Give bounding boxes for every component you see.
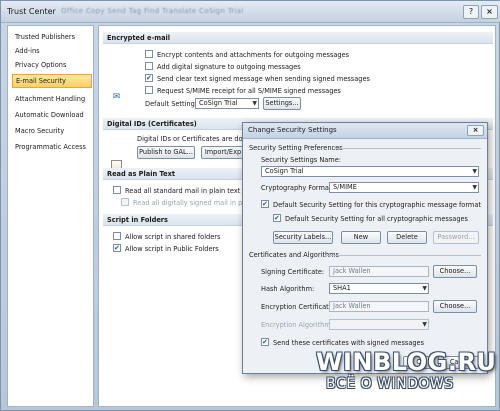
option-label: Read all standard mail in plain text: [125, 187, 241, 195]
group-divider: [335, 148, 481, 149]
sidebar-item-automatic-download[interactable]: Automatic Download: [12, 108, 92, 122]
security-settings-name-value: CoSign Trial: [265, 167, 304, 175]
chevron-down-icon: ▼: [422, 285, 427, 292]
sidebar-item-privacy-options[interactable]: Privacy Options: [12, 58, 92, 72]
cryptography-format-value: S/MIME: [333, 183, 357, 191]
checkbox[interactable]: [145, 62, 153, 70]
blurred-toolbar-text: Office Copy Send Tag Find Translate CoSi…: [61, 7, 244, 15]
title-bar: Trust Center Office Copy Send Tag Find T…: [1, 1, 500, 23]
chevron-down-icon: ▼: [422, 321, 427, 328]
send-clear-text-option[interactable]: Send clear text signed message when send…: [145, 73, 370, 84]
security-labels-button[interactable]: Security Labels...: [273, 231, 333, 244]
watermark: WINBLOG.RU ВСЁ О WINDOWS: [300, 348, 496, 404]
cryptography-format-select[interactable]: S/MIME ▼: [329, 182, 479, 193]
hash-algorithm-select[interactable]: SHA1 ▼: [329, 283, 429, 294]
option-label: Send these certificates with signed mess…: [273, 339, 425, 347]
security-settings-name-select[interactable]: CoSign Trial ▼: [261, 166, 479, 177]
watermark-main-text: WINBLOG.RU: [316, 348, 497, 376]
checkbox[interactable]: [145, 50, 153, 58]
send-certificates-option[interactable]: Send these certificates with signed mess…: [261, 337, 425, 348]
default-for-all-option[interactable]: Default Security Setting for all cryptog…: [273, 213, 468, 224]
choose-encryption-certificate-button[interactable]: Choose...: [433, 300, 477, 313]
watermark-sub-text: ВСЁ О WINDOWS: [326, 376, 454, 392]
group-security-setting-preferences: Security Setting Preferences: [249, 144, 343, 152]
default-for-format-option[interactable]: Default Security Setting for this crypto…: [261, 199, 481, 210]
encryption-algorithm-select[interactable]: ▼: [329, 319, 429, 330]
hash-algorithm-label: Hash Algorithm:: [261, 285, 315, 293]
sidebar-item-email-security[interactable]: E-mail Security: [12, 74, 92, 88]
close-icon[interactable]: ×: [467, 125, 484, 136]
digital-signature-icon: ✉: [112, 92, 121, 102]
settings-button[interactable]: Settings...: [263, 97, 301, 110]
group-divider: [325, 255, 481, 256]
default-setting-value: CoSign Trial: [199, 99, 238, 107]
digital-ids-description: Digital IDs or Certificates are docu: [137, 135, 251, 143]
checkbox-checked[interactable]: [273, 213, 281, 223]
window-title: Trust Center: [7, 7, 56, 16]
option-label: Allow script in shared folders: [125, 233, 221, 241]
option-label: Default Security Setting for all cryptog…: [285, 215, 468, 223]
allow-script-shared-option[interactable]: Allow script in shared folders: [113, 232, 220, 242]
import-export-button[interactable]: Import/Exp: [201, 146, 245, 159]
option-label: Allow script in Public Folders: [125, 245, 219, 253]
dialog-title-bar: Change Security Settings ×: [243, 123, 487, 139]
delete-button[interactable]: Delete: [387, 231, 427, 244]
option-label: Add digital signature to outgoing messag…: [157, 63, 301, 71]
encryption-algorithm-label: Encryption Algorithm:: [261, 321, 334, 329]
option-label: Default Security Setting for this crypto…: [273, 201, 481, 209]
checkbox[interactable]: [113, 232, 121, 240]
option-label: Request S/MIME receipt for all S/MIME si…: [157, 87, 341, 95]
close-icon[interactable]: ×: [481, 5, 498, 19]
checkbox-checked[interactable]: [261, 337, 269, 347]
sidebar-item-attachment-handling[interactable]: Attachment Handling: [12, 92, 92, 106]
default-setting-select[interactable]: CoSign Trial ▼: [195, 98, 259, 109]
password-button[interactable]: Password...: [433, 231, 479, 244]
help-icon[interactable]: ?: [463, 5, 479, 19]
chevron-down-icon: ▼: [252, 100, 257, 107]
option-label: Send clear text signed message when send…: [157, 75, 370, 83]
option-label: Encrypt contents and attachments for out…: [157, 51, 350, 59]
chevron-down-icon: ▼: [472, 184, 477, 191]
signing-certificate-label: Signing Certificate:: [261, 268, 325, 276]
checkbox-checked[interactable]: [145, 73, 153, 83]
section-heading-encrypted-email: Encrypted e-mail: [103, 32, 493, 44]
sidebar-item-add-ins[interactable]: Add-ins: [12, 44, 92, 58]
sidebar: Trusted Publishers Add-ins Privacy Optio…: [7, 25, 94, 407]
chevron-down-icon: ▼: [472, 168, 477, 175]
add-signature-option[interactable]: Add digital signature to outgoing messag…: [145, 62, 301, 72]
dialog-title: Change Security Settings: [248, 126, 337, 134]
signing-certificate-field: Jack Wallen: [329, 266, 429, 277]
allow-script-public-option[interactable]: Allow script in Public Folders: [113, 243, 219, 254]
checkbox-disabled[interactable]: [121, 198, 129, 206]
sidebar-item-trusted-publishers[interactable]: Trusted Publishers: [12, 30, 92, 44]
checkbox[interactable]: [145, 86, 153, 94]
encryption-certificate-field: Jack Wallen: [329, 301, 429, 312]
sidebar-item-programmatic-access[interactable]: Programmatic Access: [12, 140, 92, 154]
security-settings-name-label: Security Settings Name:: [261, 156, 341, 164]
checkbox[interactable]: [113, 186, 121, 194]
choose-signing-certificate-button[interactable]: Choose...: [433, 265, 477, 278]
checkbox-checked[interactable]: [113, 243, 121, 253]
request-smime-receipt-option[interactable]: Request S/MIME receipt for all S/MIME si…: [145, 86, 341, 96]
sidebar-item-macro-security[interactable]: Macro Security: [12, 124, 92, 138]
cryptography-format-label: Cryptography Format:: [261, 184, 334, 192]
encryption-certificate-label: Encryption Certificate:: [261, 303, 335, 311]
publish-to-gal-button[interactable]: Publish to GAL...: [137, 146, 195, 159]
change-security-settings-dialog: Change Security Settings × Security Sett…: [242, 122, 488, 374]
encrypt-contents-option[interactable]: Encrypt contents and attachments for out…: [145, 50, 349, 60]
new-button[interactable]: New: [341, 231, 381, 244]
default-setting-label: Default Setting:: [145, 100, 198, 108]
hash-algorithm-value: SHA1: [333, 284, 351, 292]
read-plain-text-option[interactable]: Read all standard mail in plain text: [113, 186, 240, 196]
checkbox-checked[interactable]: [261, 199, 269, 209]
